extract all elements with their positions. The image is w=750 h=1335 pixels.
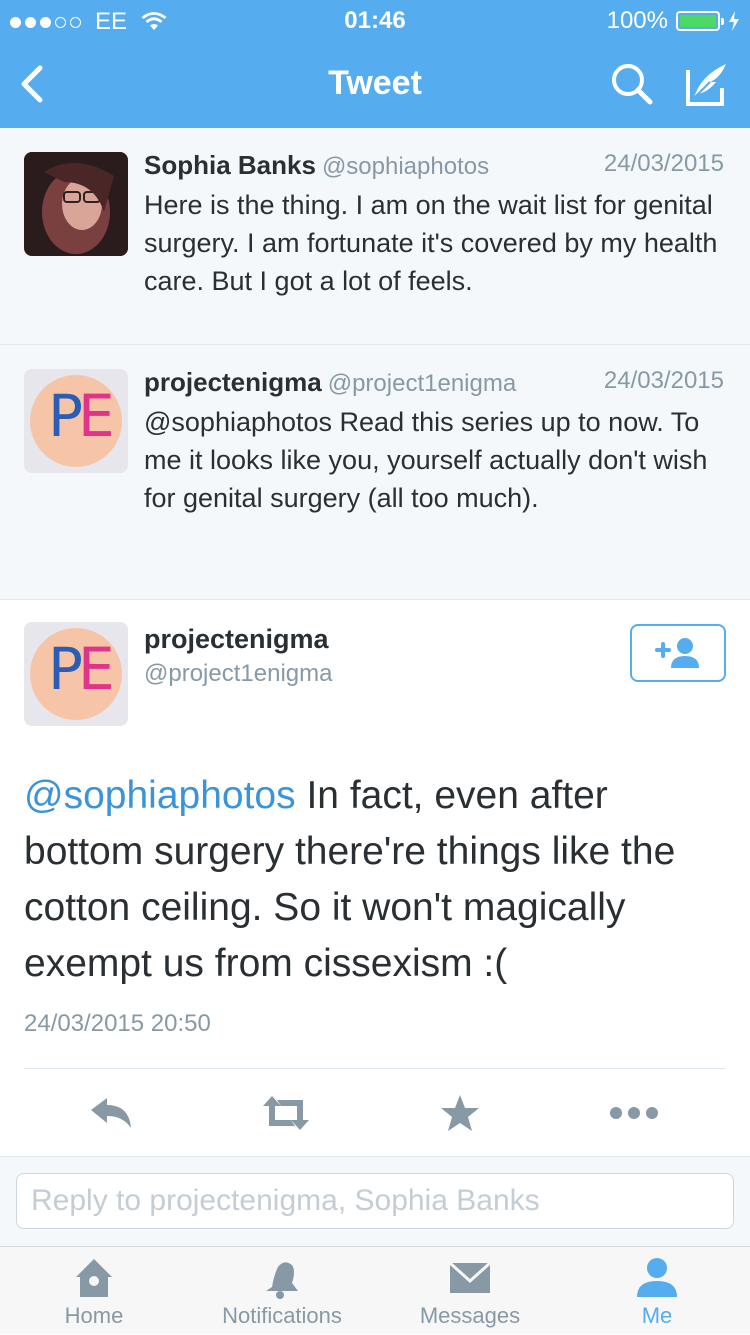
navigation-bar: Tweet xyxy=(0,40,750,128)
tweet-header: Sophia Banks @sophiaphotos 24/03/2015 xyxy=(144,150,724,184)
battery-percent: 100% xyxy=(606,7,668,34)
reply-bar xyxy=(0,1156,750,1246)
portrait-image xyxy=(24,152,128,256)
avatar-badge: P E xyxy=(30,375,122,467)
tweet-text: Here is the thing. I am on the wait list… xyxy=(144,190,718,296)
follow-button[interactable] xyxy=(630,624,726,682)
search-icon[interactable] xyxy=(608,60,656,108)
tab-home[interactable]: Home xyxy=(4,1247,184,1335)
compose-icon[interactable] xyxy=(680,58,732,110)
envelope-icon xyxy=(448,1261,492,1293)
home-icon xyxy=(76,1259,112,1297)
tab-label: Home xyxy=(64,1303,124,1328)
favorite-button[interactable] xyxy=(432,1088,488,1138)
tweet-date: 24/03/2015 xyxy=(603,150,724,177)
tab-label: Notifications xyxy=(222,1303,342,1328)
author-name[interactable]: Sophia Banks xyxy=(144,150,316,180)
focused-tweet: P E projectenigma @project1enigma @sophi… xyxy=(0,600,750,1156)
status-bar: EE 01:46 100% xyxy=(0,0,750,40)
avatar-badge: P E xyxy=(30,628,122,720)
retweet-button[interactable] xyxy=(258,1088,314,1138)
charging-bolt-icon xyxy=(729,11,739,31)
author-handle[interactable]: @project1enigma xyxy=(328,370,516,397)
tab-label: Me xyxy=(641,1303,673,1328)
person-icon xyxy=(637,1258,677,1297)
avatar[interactable] xyxy=(24,152,128,256)
author-handle[interactable]: @project1enigma xyxy=(144,660,332,688)
author-name[interactable]: projectenigma xyxy=(144,624,329,655)
avatar-letter: E xyxy=(78,635,115,703)
tab-me[interactable]: Me xyxy=(567,1247,747,1335)
tab-bar: Home Notifications Messages Me xyxy=(0,1246,750,1334)
add-user-icon xyxy=(655,638,699,668)
retweet-icon xyxy=(263,1096,309,1130)
author-name[interactable]: projectenigma xyxy=(144,367,322,397)
tweet-actions xyxy=(0,1088,750,1138)
avatar[interactable]: P E xyxy=(24,622,128,726)
battery-fill xyxy=(680,15,716,27)
tweet-text: @sophiaphotos Read this series up to now… xyxy=(144,407,708,513)
tweet-timestamp: 24/03/2015 20:50 xyxy=(24,1010,211,1037)
mention-link[interactable]: @sophiaphotos xyxy=(24,774,296,817)
divider xyxy=(24,1068,726,1069)
tab-notifications[interactable]: Notifications xyxy=(192,1247,372,1335)
author-handle[interactable]: @sophiaphotos xyxy=(322,153,489,180)
bell-icon xyxy=(266,1262,298,1299)
tab-messages[interactable]: Messages xyxy=(380,1247,560,1335)
reply-button[interactable] xyxy=(84,1088,140,1138)
star-icon xyxy=(441,1095,479,1131)
thread-tweet[interactable]: Sophia Banks @sophiaphotos 24/03/2015 Her… xyxy=(0,128,750,345)
more-dots-icon xyxy=(610,1107,658,1119)
more-button[interactable] xyxy=(606,1088,662,1138)
avatar-letter: E xyxy=(78,382,115,450)
avatar[interactable]: P E xyxy=(24,369,128,473)
reply-input[interactable] xyxy=(16,1173,734,1229)
tab-label: Messages xyxy=(419,1303,521,1328)
thread-tweet[interactable]: P E projectenigma @project1enigma 24/03/2… xyxy=(0,345,750,600)
tweet-text: @sophiaphotos In fact, even after bottom… xyxy=(24,768,726,992)
tweet-header: projectenigma @project1enigma 24/03/2015 xyxy=(144,367,724,401)
reply-icon xyxy=(91,1098,131,1128)
battery-icon xyxy=(676,11,724,31)
tweet-date: 24/03/2015 xyxy=(603,367,724,394)
